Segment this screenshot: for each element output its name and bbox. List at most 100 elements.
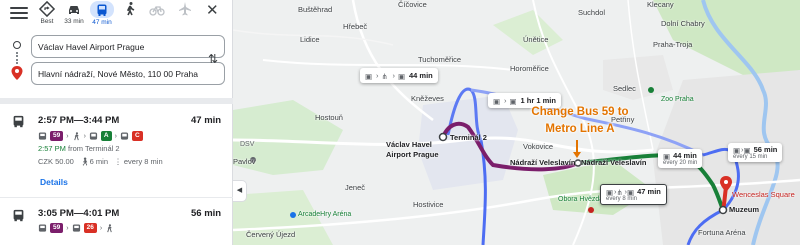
place-label: Dolní Chabry bbox=[661, 19, 705, 28]
walk-step-icon bbox=[73, 131, 79, 140]
mode-drive-label: 33 min bbox=[64, 18, 84, 25]
bubble-duration: 56 min bbox=[753, 145, 778, 154]
place-label: Lidice bbox=[300, 35, 320, 44]
route-duration: 47 min bbox=[191, 115, 222, 126]
stop-label: Muzeum bbox=[729, 205, 759, 214]
airport-label: Václav Havel Airport Prague bbox=[386, 140, 439, 159]
place-label: Hostivice bbox=[413, 200, 444, 209]
diamond-directions-icon bbox=[39, 1, 55, 17]
metro-step-icon bbox=[89, 131, 98, 140]
origin-dot-icon bbox=[13, 41, 21, 49]
route-dots-icon bbox=[16, 52, 18, 64]
destination-input[interactable]: Hlavní nádraží, Nové Město, 110 00 Praha bbox=[31, 62, 225, 85]
place-label: Pavlov bbox=[233, 157, 256, 166]
route-time: 3:05 PM—4:01 PM bbox=[38, 208, 120, 219]
origin-input[interactable]: Václav Havel Airport Prague bbox=[31, 35, 225, 58]
poi-label: Fortuna Aréna bbox=[698, 228, 746, 237]
menu-icon[interactable] bbox=[10, 5, 28, 19]
route-bubble-47min-selected[interactable]: ▣›⋔ ›▣ 47 min every 8 min bbox=[600, 184, 667, 206]
route-divider bbox=[0, 197, 233, 198]
route-option-1[interactable]: 2:57 PM—3:44 PM 47 min 59 › › A › C 2:57… bbox=[0, 106, 233, 196]
route-duration: 56 min bbox=[191, 208, 222, 219]
travel-mode-bar: Best 33 min 47 min ✕ bbox=[0, 0, 233, 30]
map-canvas[interactable]: Buštěhrad Číčovice Lidice Hřebeč Tuchomě… bbox=[233, 0, 800, 245]
bus-step-icon bbox=[72, 223, 80, 232]
place-label: Jeneč bbox=[345, 183, 366, 192]
bus-line-chip: 26 bbox=[83, 223, 97, 233]
mode-flight-button[interactable] bbox=[171, 1, 199, 17]
divider bbox=[0, 98, 233, 104]
walk-time: 6 min bbox=[89, 157, 108, 166]
mode-walk-button[interactable] bbox=[116, 1, 144, 17]
bubble-duration: 44 min bbox=[673, 151, 697, 160]
route-fare-row: CZK 50.00 🚶︎6 min ⋮ every 8 min bbox=[38, 157, 163, 166]
poi-label: ArcadeHry Aréna bbox=[298, 211, 352, 218]
bus-icon: ▣ bbox=[493, 96, 501, 106]
collapse-panel-button[interactable]: ◀ bbox=[233, 180, 247, 202]
place-label: Horoměřice bbox=[510, 64, 549, 73]
details-link[interactable]: Details bbox=[40, 177, 68, 187]
place-label: Červený Újezd bbox=[246, 230, 296, 239]
route-option-2[interactable]: 3:05 PM—4:01 PM 56 min 59 › 26 › bbox=[0, 200, 233, 245]
bus-icon: ▣ bbox=[398, 71, 406, 81]
step-separator: › bbox=[114, 132, 117, 140]
swap-icon[interactable]: ⇅ bbox=[208, 52, 218, 66]
mode-transit-button[interactable]: 47 min bbox=[88, 1, 116, 26]
bus-icon bbox=[97, 4, 107, 16]
close-icon[interactable]: ✕ bbox=[206, 3, 219, 18]
bubble-duration: 47 min bbox=[637, 187, 661, 196]
place-label: Klecany bbox=[647, 0, 674, 9]
place-label: Tuchoměřice bbox=[418, 55, 462, 64]
place-label: Únětice bbox=[523, 35, 549, 44]
stop-label: Nádraží Veleslavín bbox=[581, 158, 647, 167]
walk-icon bbox=[126, 2, 135, 16]
bus-icon bbox=[13, 209, 24, 222]
walk-step-icon bbox=[107, 223, 112, 232]
annotation-line-1: Change Bus 59 to bbox=[531, 106, 629, 118]
bus-icon: ▣ bbox=[365, 71, 373, 81]
annotation-line-2: Metro Line A bbox=[545, 123, 615, 135]
step-separator: › bbox=[99, 224, 103, 232]
route-bubble-44min[interactable]: ▣ › ⋔ › ▣ 44 min bbox=[360, 68, 438, 83]
mode-bike-button[interactable] bbox=[143, 1, 171, 17]
bus-line-chip: 59 bbox=[50, 131, 64, 141]
route-steps: 59 › 26 › bbox=[38, 222, 114, 234]
route-steps: 59 › › A › C bbox=[38, 130, 143, 142]
route-time: 2:57 PM—3:44 PM bbox=[38, 115, 120, 126]
directions-panel: Best 33 min 47 min ✕ Václav Havel Airpor… bbox=[0, 0, 233, 245]
bubble-duration: 44 min bbox=[409, 71, 433, 80]
walk-icon: 🚶︎ bbox=[80, 157, 90, 166]
plane-icon bbox=[179, 2, 191, 16]
stop-label: Nádraží Veleslavín bbox=[510, 158, 576, 167]
frequency-icon: ⋮ bbox=[114, 157, 122, 166]
route-bubble-56min[interactable]: ▣›▣ 56 min every 15 min bbox=[728, 143, 783, 163]
car-icon bbox=[69, 6, 79, 14]
bus-line-chip: 59 bbox=[50, 223, 64, 233]
bus-icon bbox=[13, 115, 24, 128]
place-label: Suchdol bbox=[578, 8, 606, 17]
bus-icon: ▣ bbox=[509, 96, 517, 106]
route-bubble-44min-right[interactable]: ▣ 44 min every 20 min bbox=[658, 149, 703, 169]
metro-icon: ▣ bbox=[627, 188, 635, 198]
transfer-annotation: Change Bus 59 to Metro Line A bbox=[520, 104, 640, 138]
place-label: Praha-Troja bbox=[653, 40, 693, 49]
mode-best-label: Best bbox=[40, 18, 54, 25]
place-label: Zoo Praha bbox=[661, 96, 694, 103]
depart-time: 2:57 PM bbox=[38, 144, 66, 153]
place-label: Buštěhrad bbox=[298, 5, 333, 14]
mode-best-button[interactable]: Best bbox=[33, 1, 61, 25]
frequency: every 8 min bbox=[123, 157, 163, 166]
mode-transit-label: 47 min bbox=[92, 19, 112, 26]
park-label: Obora Hvězda bbox=[558, 196, 604, 203]
place-label: Číčovice bbox=[398, 0, 427, 9]
step-separator: › bbox=[66, 224, 69, 232]
bus-step-icon bbox=[38, 131, 47, 140]
stop-label: Terminál 2 bbox=[450, 133, 487, 142]
destination-pin-icon bbox=[11, 66, 23, 80]
place-label: DSV bbox=[240, 141, 255, 148]
place-label: Vokovice bbox=[523, 142, 554, 151]
metro-line-a-chip: A bbox=[100, 131, 112, 141]
mode-drive-button[interactable]: 33 min bbox=[60, 1, 88, 25]
route-depart-info: 2:57 PM from Terminál 2 bbox=[38, 144, 120, 153]
fare: CZK 50.00 bbox=[38, 157, 74, 166]
